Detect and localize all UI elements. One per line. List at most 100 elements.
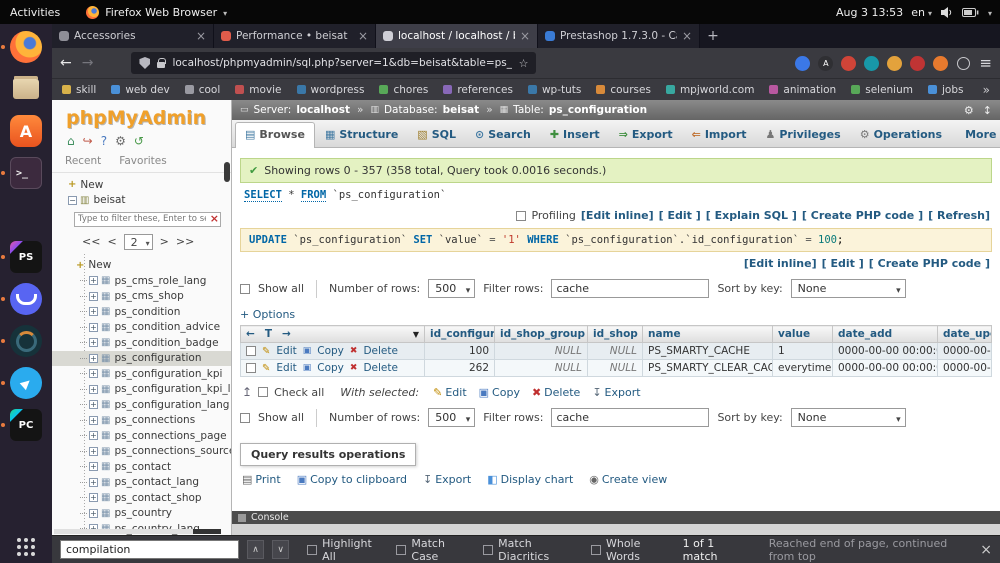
extension-icon[interactable]: [795, 55, 811, 71]
battery-icon[interactable]: [961, 7, 979, 17]
tree-table-item[interactable]: + ps_connections: [52, 413, 231, 429]
system-menu-chevron[interactable]: [988, 6, 992, 19]
back-button[interactable]: [60, 55, 72, 71]
tab-close-icon[interactable]: [682, 29, 692, 43]
pma-tab-insert[interactable]: ✚ Insert: [541, 123, 609, 147]
home-icon[interactable]: ⌂: [67, 134, 75, 148]
tab-accessories[interactable]: Accessories: [52, 24, 214, 48]
expander-icon[interactable]: +: [89, 338, 98, 348]
pma-tab-search[interactable]: ⊙ Search: [466, 123, 540, 147]
query-action-link[interactable]: [ Edit ]: [822, 257, 864, 270]
create-view-link[interactable]: ◉ Create view: [589, 473, 667, 486]
close-icon[interactable]: [980, 542, 992, 558]
pycharm-dock-icon[interactable]: PC: [1, 408, 45, 442]
extension-icon[interactable]: [910, 55, 926, 71]
extension-icon[interactable]: A: [818, 55, 834, 71]
url-text[interactable]: localhost/phpmyadmin/sql.php?server=1&db…: [172, 57, 511, 69]
filter-rows-input[interactable]: [551, 408, 710, 427]
bookmark-item[interactable]: skill: [62, 84, 96, 96]
tree-table-item[interactable]: + ps_configuration_lang: [52, 397, 231, 413]
find-option-checkbox[interactable]: Match Case: [396, 537, 465, 563]
find-input[interactable]: [60, 540, 239, 559]
query-action-link[interactable]: [Edit inline]: [581, 209, 654, 222]
expander-icon[interactable]: +: [89, 400, 98, 410]
query-action-link[interactable]: [ Edit ]: [659, 209, 701, 222]
tree-new-database[interactable]: New: [52, 177, 231, 193]
panel-resize-icon[interactable]: [983, 104, 992, 117]
pma-tab-structure[interactable]: ▦ Structure: [316, 123, 407, 147]
pma-tab-import[interactable]: ⇐ Import: [683, 123, 756, 147]
clock[interactable]: Aug 3 13:53: [836, 6, 903, 19]
expander-icon[interactable]: +: [89, 446, 98, 456]
move-columns-right-icon[interactable]: →: [282, 328, 291, 340]
bookmarks-overflow-button[interactable]: »: [983, 83, 990, 97]
sidebar-horizontal-scrollbar[interactable]: [54, 529, 221, 534]
tree-table-item[interactable]: + ps_contact_shop: [52, 490, 231, 506]
tree-filter-input[interactable]: [74, 211, 221, 227]
forward-button[interactable]: [82, 55, 94, 71]
with-selected-export[interactable]: ↧ Export: [592, 386, 640, 399]
bookmark-item[interactable]: wp-tuts: [527, 84, 581, 96]
query-action-link[interactable]: [ Create PHP code ]: [869, 257, 990, 270]
column-header[interactable]: id_shop_group: [494, 325, 588, 343]
filter-rows-input[interactable]: [551, 279, 710, 298]
query-action-link[interactable]: [ Refresh]: [928, 209, 990, 222]
profiling-checkbox[interactable]: [516, 210, 527, 221]
url-bar[interactable]: localhost/phpmyadmin/sql.php?server=1&db…: [131, 52, 537, 74]
app-center-dock-icon[interactable]: A: [7, 114, 45, 148]
tree-table-item[interactable]: + ps_country: [52, 506, 231, 522]
page-select[interactable]: 2: [123, 233, 153, 251]
bookmark-item[interactable]: mpjworld.com: [665, 84, 754, 96]
logout-icon[interactable]: ↪: [83, 134, 93, 148]
page-prev-button[interactable]: <: [107, 235, 116, 248]
tab-prestashop[interactable]: Prestashop 1.7.3.0 - Can't: [538, 24, 700, 48]
edit-link[interactable]: Edit: [276, 362, 296, 374]
sidebar-scrollbar-thumb[interactable]: [224, 162, 230, 182]
column-header[interactable]: date_upd: [937, 325, 992, 343]
column-header[interactable]: id_configuration: [424, 325, 495, 343]
phpstorm-dock-icon[interactable]: PS: [1, 240, 45, 274]
telegram-dock-icon[interactable]: ▶: [1, 366, 45, 400]
bookmark-item[interactable]: cool: [184, 84, 220, 96]
tree-table-item[interactable]: + ps_condition_advice: [52, 320, 231, 336]
show-all-checkbox[interactable]: [240, 412, 250, 423]
extension-icon[interactable]: [887, 55, 903, 71]
expander-icon[interactable]: −: [68, 195, 77, 205]
with-selected-copy[interactable]: ▣ Copy: [479, 386, 520, 399]
expander-icon[interactable]: +: [89, 369, 98, 379]
settings-icon[interactable]: ⚙: [115, 134, 126, 148]
settings-icon[interactable]: [964, 104, 974, 117]
expander-icon[interactable]: +: [89, 322, 98, 332]
docs-icon[interactable]: ?: [101, 134, 107, 148]
breadcrumb-table-link[interactable]: ps_configuration: [549, 104, 647, 116]
copy-link[interactable]: Copy: [317, 362, 344, 374]
row-checkbox[interactable]: [246, 363, 256, 373]
bookmark-item[interactable]: courses: [596, 84, 651, 96]
tree-table-item[interactable]: + ps_contact: [52, 459, 231, 475]
page-next-button[interactable]: >: [160, 235, 169, 248]
tree-table-item[interactable]: + ps_contact_lang: [52, 475, 231, 491]
show-all-checkbox[interactable]: [240, 283, 250, 294]
with-selected-delete[interactable]: ✖ Delete: [532, 386, 580, 399]
move-columns-left-icon[interactable]: ←: [246, 328, 255, 340]
bookmark-item[interactable]: wordpress: [296, 84, 364, 96]
tree-table-item[interactable]: + ps_connections_source: [52, 444, 231, 460]
account-icon[interactable]: [957, 56, 971, 70]
pma-tab-operations[interactable]: ⚙ Operations: [851, 123, 951, 147]
tree-table-item[interactable]: + ps_connections_page: [52, 428, 231, 444]
show-applications-button[interactable]: [16, 537, 36, 557]
expander-icon[interactable]: +: [89, 477, 98, 487]
recent-tables-dropdown[interactable]: Recent: [65, 155, 101, 167]
column-header[interactable]: name: [642, 325, 773, 343]
copy-to-clipboard-link[interactable]: ▣ Copy to clipboard: [297, 473, 407, 486]
menu-button[interactable]: [979, 54, 992, 72]
bookmark-item[interactable]: chores: [379, 84, 428, 96]
tab-localhost[interactable]: localhost / localhost / bei: [376, 24, 538, 48]
bookmark-item[interactable]: selenium: [851, 84, 913, 96]
pma-tab-privileges[interactable]: ♟ Privileges: [757, 123, 850, 147]
tab-close-icon[interactable]: [358, 29, 368, 43]
new-tab-button[interactable]: [700, 24, 726, 48]
query-action-link[interactable]: [ Create PHP code ]: [802, 209, 923, 222]
with-selected-edit[interactable]: ✎ Edit: [433, 386, 467, 399]
bookmark-item[interactable]: animation: [769, 84, 836, 96]
